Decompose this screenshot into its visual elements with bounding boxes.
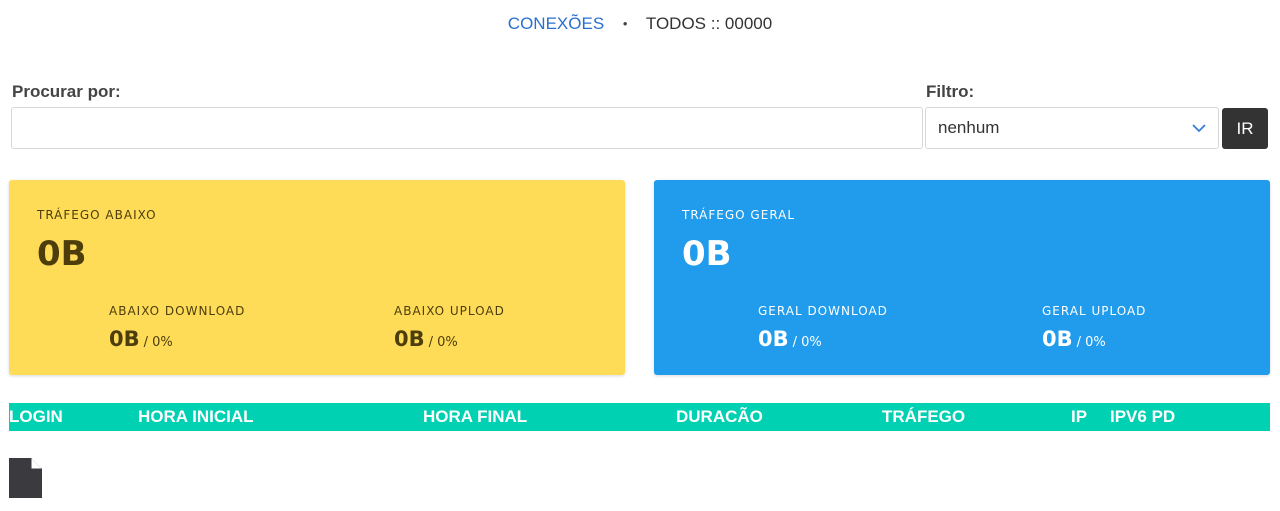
filter-label: Filtro: bbox=[926, 82, 975, 101]
traffic-down-upload-label: ABAIXO UPLOAD bbox=[394, 304, 505, 318]
search-input[interactable] bbox=[11, 107, 923, 149]
breadcrumb-link-conexoes[interactable]: CONEXÕES bbox=[508, 14, 604, 33]
traffic-down-card: TRÁFEGO ABAIXO 0B ABAIXO DOWNLOAD 0B/ 0%… bbox=[9, 180, 625, 375]
filter-select[interactable]: nenhum bbox=[925, 107, 1219, 149]
traffic-total-download-value: 0B bbox=[758, 327, 789, 351]
chevron-down-icon bbox=[1192, 121, 1206, 135]
column-header-duration[interactable]: DURACÃO bbox=[676, 407, 763, 427]
search-label: Procurar por: bbox=[12, 82, 121, 101]
traffic-down-download-pct: / 0% bbox=[143, 335, 173, 350]
connections-table-header: LOGIN HORA INICIAL HORA FINAL DURACÃO TR… bbox=[9, 403, 1270, 431]
traffic-total-value: 0B bbox=[682, 234, 732, 274]
traffic-down-upload: ABAIXO UPLOAD 0B/ 0% bbox=[394, 304, 505, 351]
traffic-total-card: TRÁFEGO GERAL 0B GERAL DOWNLOAD 0B/ 0% G… bbox=[654, 180, 1270, 375]
breadcrumb-current: TODOS :: 00000 bbox=[645, 14, 773, 33]
file-icon[interactable] bbox=[9, 458, 42, 498]
column-header-end-time[interactable]: HORA FINAL bbox=[423, 407, 527, 427]
traffic-total-download-label: GERAL DOWNLOAD bbox=[758, 304, 888, 318]
traffic-total-upload: GERAL UPLOAD 0B/ 0% bbox=[1042, 304, 1146, 351]
traffic-down-download-value: 0B bbox=[109, 327, 140, 351]
filter-selected-value: nenhum bbox=[938, 118, 1000, 137]
column-header-login[interactable]: LOGIN bbox=[9, 407, 63, 427]
column-header-ipv6-pd[interactable]: IPV6 PD bbox=[1110, 407, 1175, 427]
column-header-ip[interactable]: IP bbox=[1071, 407, 1087, 427]
traffic-total-download-pct: / 0% bbox=[792, 335, 822, 350]
traffic-down-download: ABAIXO DOWNLOAD 0B/ 0% bbox=[109, 304, 245, 351]
traffic-total-download: GERAL DOWNLOAD 0B/ 0% bbox=[758, 304, 888, 351]
traffic-down-upload-pct: / 0% bbox=[428, 335, 458, 350]
column-header-start-time[interactable]: HORA INICIAL bbox=[138, 407, 254, 427]
breadcrumb: CONEXÕES • TODOS :: 00000 bbox=[0, 12, 1280, 36]
breadcrumb-separator: • bbox=[622, 16, 628, 31]
go-button[interactable]: IR bbox=[1222, 108, 1268, 149]
traffic-total-title: TRÁFEGO GERAL bbox=[682, 208, 796, 222]
traffic-down-title: TRÁFEGO ABAIXO bbox=[37, 208, 157, 222]
traffic-total-upload-label: GERAL UPLOAD bbox=[1042, 304, 1147, 318]
traffic-total-upload-pct: / 0% bbox=[1076, 335, 1106, 350]
traffic-down-download-label: ABAIXO DOWNLOAD bbox=[109, 304, 246, 318]
traffic-total-upload-value: 0B bbox=[1042, 327, 1073, 351]
traffic-down-value: 0B bbox=[37, 234, 87, 274]
traffic-down-upload-value: 0B bbox=[394, 327, 425, 351]
column-header-traffic[interactable]: TRÁFEGO bbox=[882, 407, 965, 427]
